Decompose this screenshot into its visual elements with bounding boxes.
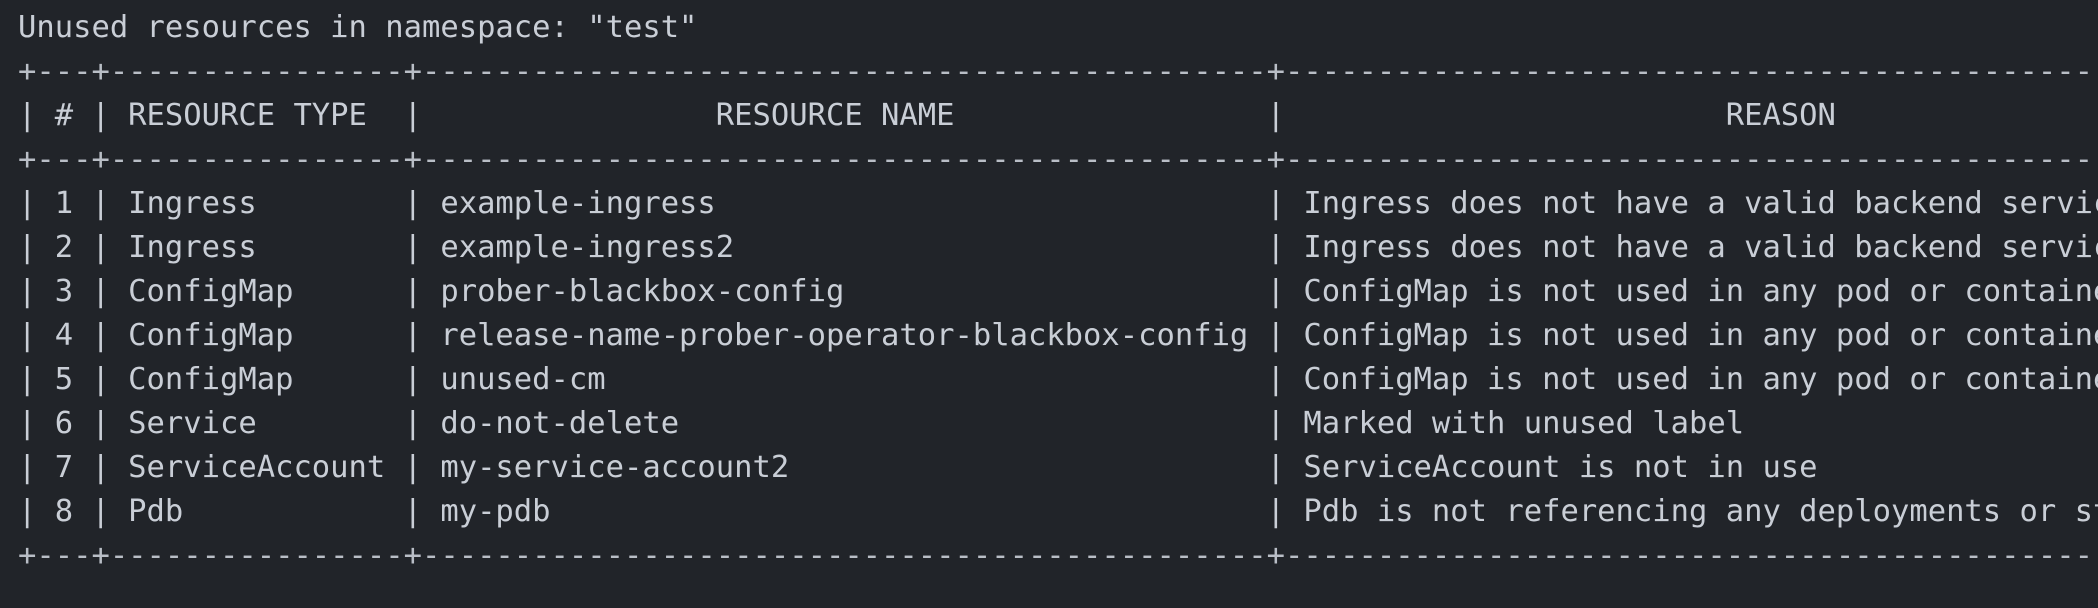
table-row: | 6 | Service | do-not-delete | Marked w…: [18, 406, 2098, 441]
table-row: | 8 | Pdb | my-pdb | Pdb is not referenc…: [18, 494, 2098, 529]
namespace-title: Unused resources in namespace: "test": [18, 10, 698, 45]
terminal-output: Unused resources in namespace: "test" +-…: [0, 0, 2098, 608]
table-row: | 2 | Ingress | example-ingress2 | Ingre…: [18, 230, 2098, 265]
table-top-border: +---+----------------+------------------…: [18, 54, 2098, 89]
table-row: | 7 | ServiceAccount | my-service-accoun…: [18, 450, 2098, 485]
table-header-separator: +---+----------------+------------------…: [18, 142, 2098, 177]
table-row: | 1 | Ingress | example-ingress | Ingres…: [18, 186, 2098, 221]
table-bottom-border: +---+----------------+------------------…: [18, 538, 2098, 573]
table-row: | 5 | ConfigMap | unused-cm | ConfigMap …: [18, 362, 2098, 397]
table-row: | 4 | ConfigMap | release-name-prober-op…: [18, 318, 2098, 353]
table-row: | 3 | ConfigMap | prober-blackbox-config…: [18, 274, 2098, 309]
table-header-row: | # | RESOURCE TYPE | RESOURCE NAME | RE…: [18, 98, 2098, 133]
